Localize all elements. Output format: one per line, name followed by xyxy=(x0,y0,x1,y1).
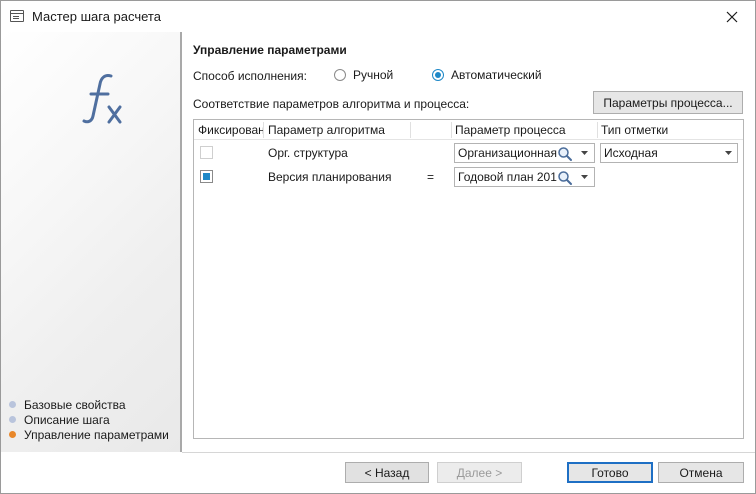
process-param-combo[interactable]: Организационная с xyxy=(454,143,595,163)
step-label: Базовые свойства xyxy=(24,397,126,412)
parameters-grid: Фиксирован Параметр алгоритма Параметр п… xyxy=(193,119,744,439)
search-icon[interactable] xyxy=(557,170,573,186)
fixed-checkbox-checked[interactable] xyxy=(200,170,213,183)
radio-circle[interactable] xyxy=(334,69,346,81)
section-title: Управление параметрами xyxy=(193,43,347,57)
side-panel-divider xyxy=(180,32,182,452)
column-header-operator[interactable] xyxy=(411,120,451,140)
column-header-fixed[interactable]: Фиксирован xyxy=(194,120,265,140)
column-header-mark-type[interactable]: Тип отметки xyxy=(597,120,743,140)
radio-label: Ручной xyxy=(353,68,394,82)
window-icon xyxy=(10,10,24,22)
process-param-combo[interactable]: Годовой план 2018 xyxy=(454,167,595,187)
radio-label: Автоматический xyxy=(451,68,542,82)
chevron-down-icon[interactable] xyxy=(721,144,735,162)
chevron-down-icon[interactable] xyxy=(577,144,591,162)
finish-button[interactable]: Готово xyxy=(567,462,653,483)
mark-type-combo[interactable]: Исходная xyxy=(600,143,738,163)
grid-header: Фиксирован Параметр алгоритма Параметр п… xyxy=(194,120,743,140)
close-icon xyxy=(726,11,738,22)
chevron-down-icon[interactable] xyxy=(577,168,591,186)
combo-value: Организационная с xyxy=(458,146,558,160)
table-row: Орг. структура Организационная с Исходна… xyxy=(194,141,743,165)
fixed-checkbox[interactable] xyxy=(200,146,213,159)
process-parameters-button[interactable]: Параметры процесса... xyxy=(593,91,743,114)
operator-cell: = xyxy=(427,170,435,184)
step-parameter-management: Управление параметрами xyxy=(9,427,169,442)
step-indicator xyxy=(9,416,16,423)
step-label: Описание шага xyxy=(24,412,110,427)
column-header-algorithm-param[interactable]: Параметр алгоритма xyxy=(264,120,410,140)
wizard-side-panel: Базовые свойства Описание шага Управлени… xyxy=(1,32,180,452)
cancel-button[interactable]: Отмена xyxy=(658,462,744,483)
table-row: Версия планирования = Годовой план 2018 xyxy=(194,165,743,189)
function-fx-icon xyxy=(82,74,122,124)
window-title: Мастер шага расчета xyxy=(32,9,161,24)
algorithm-param-cell: Версия планирования xyxy=(268,170,392,184)
wizard-steps: Базовые свойства Описание шага Управлени… xyxy=(9,397,169,442)
radio-manual[interactable]: Ручной xyxy=(334,68,393,82)
close-button[interactable] xyxy=(709,1,755,32)
radio-circle-checked[interactable] xyxy=(432,69,444,81)
column-header-process-param[interactable]: Параметр процесса xyxy=(451,120,597,140)
wizard-window: Мастер шага расчета Базовые свойства Опи… xyxy=(0,0,756,494)
combo-value: Годовой план 2018 xyxy=(458,170,558,184)
radio-automatic[interactable]: Автоматический xyxy=(432,68,542,82)
title-bar: Мастер шага расчета xyxy=(1,1,755,32)
next-button-disabled: Далее > xyxy=(437,462,522,483)
step-basic-properties: Базовые свойства xyxy=(9,397,169,412)
step-indicator-active xyxy=(9,431,16,438)
combo-value: Исходная xyxy=(604,146,658,160)
execution-mode-label: Способ исполнения: xyxy=(193,69,307,83)
search-icon[interactable] xyxy=(557,146,573,162)
step-indicator xyxy=(9,401,16,408)
algorithm-param-cell: Орг. структура xyxy=(268,146,348,160)
footer-divider xyxy=(182,452,755,453)
back-button[interactable]: < Назад xyxy=(345,462,429,483)
step-label: Управление параметрами xyxy=(24,427,169,442)
step-description: Описание шага xyxy=(9,412,169,427)
mapping-label: Соответствие параметров алгоритма и проц… xyxy=(193,97,470,111)
